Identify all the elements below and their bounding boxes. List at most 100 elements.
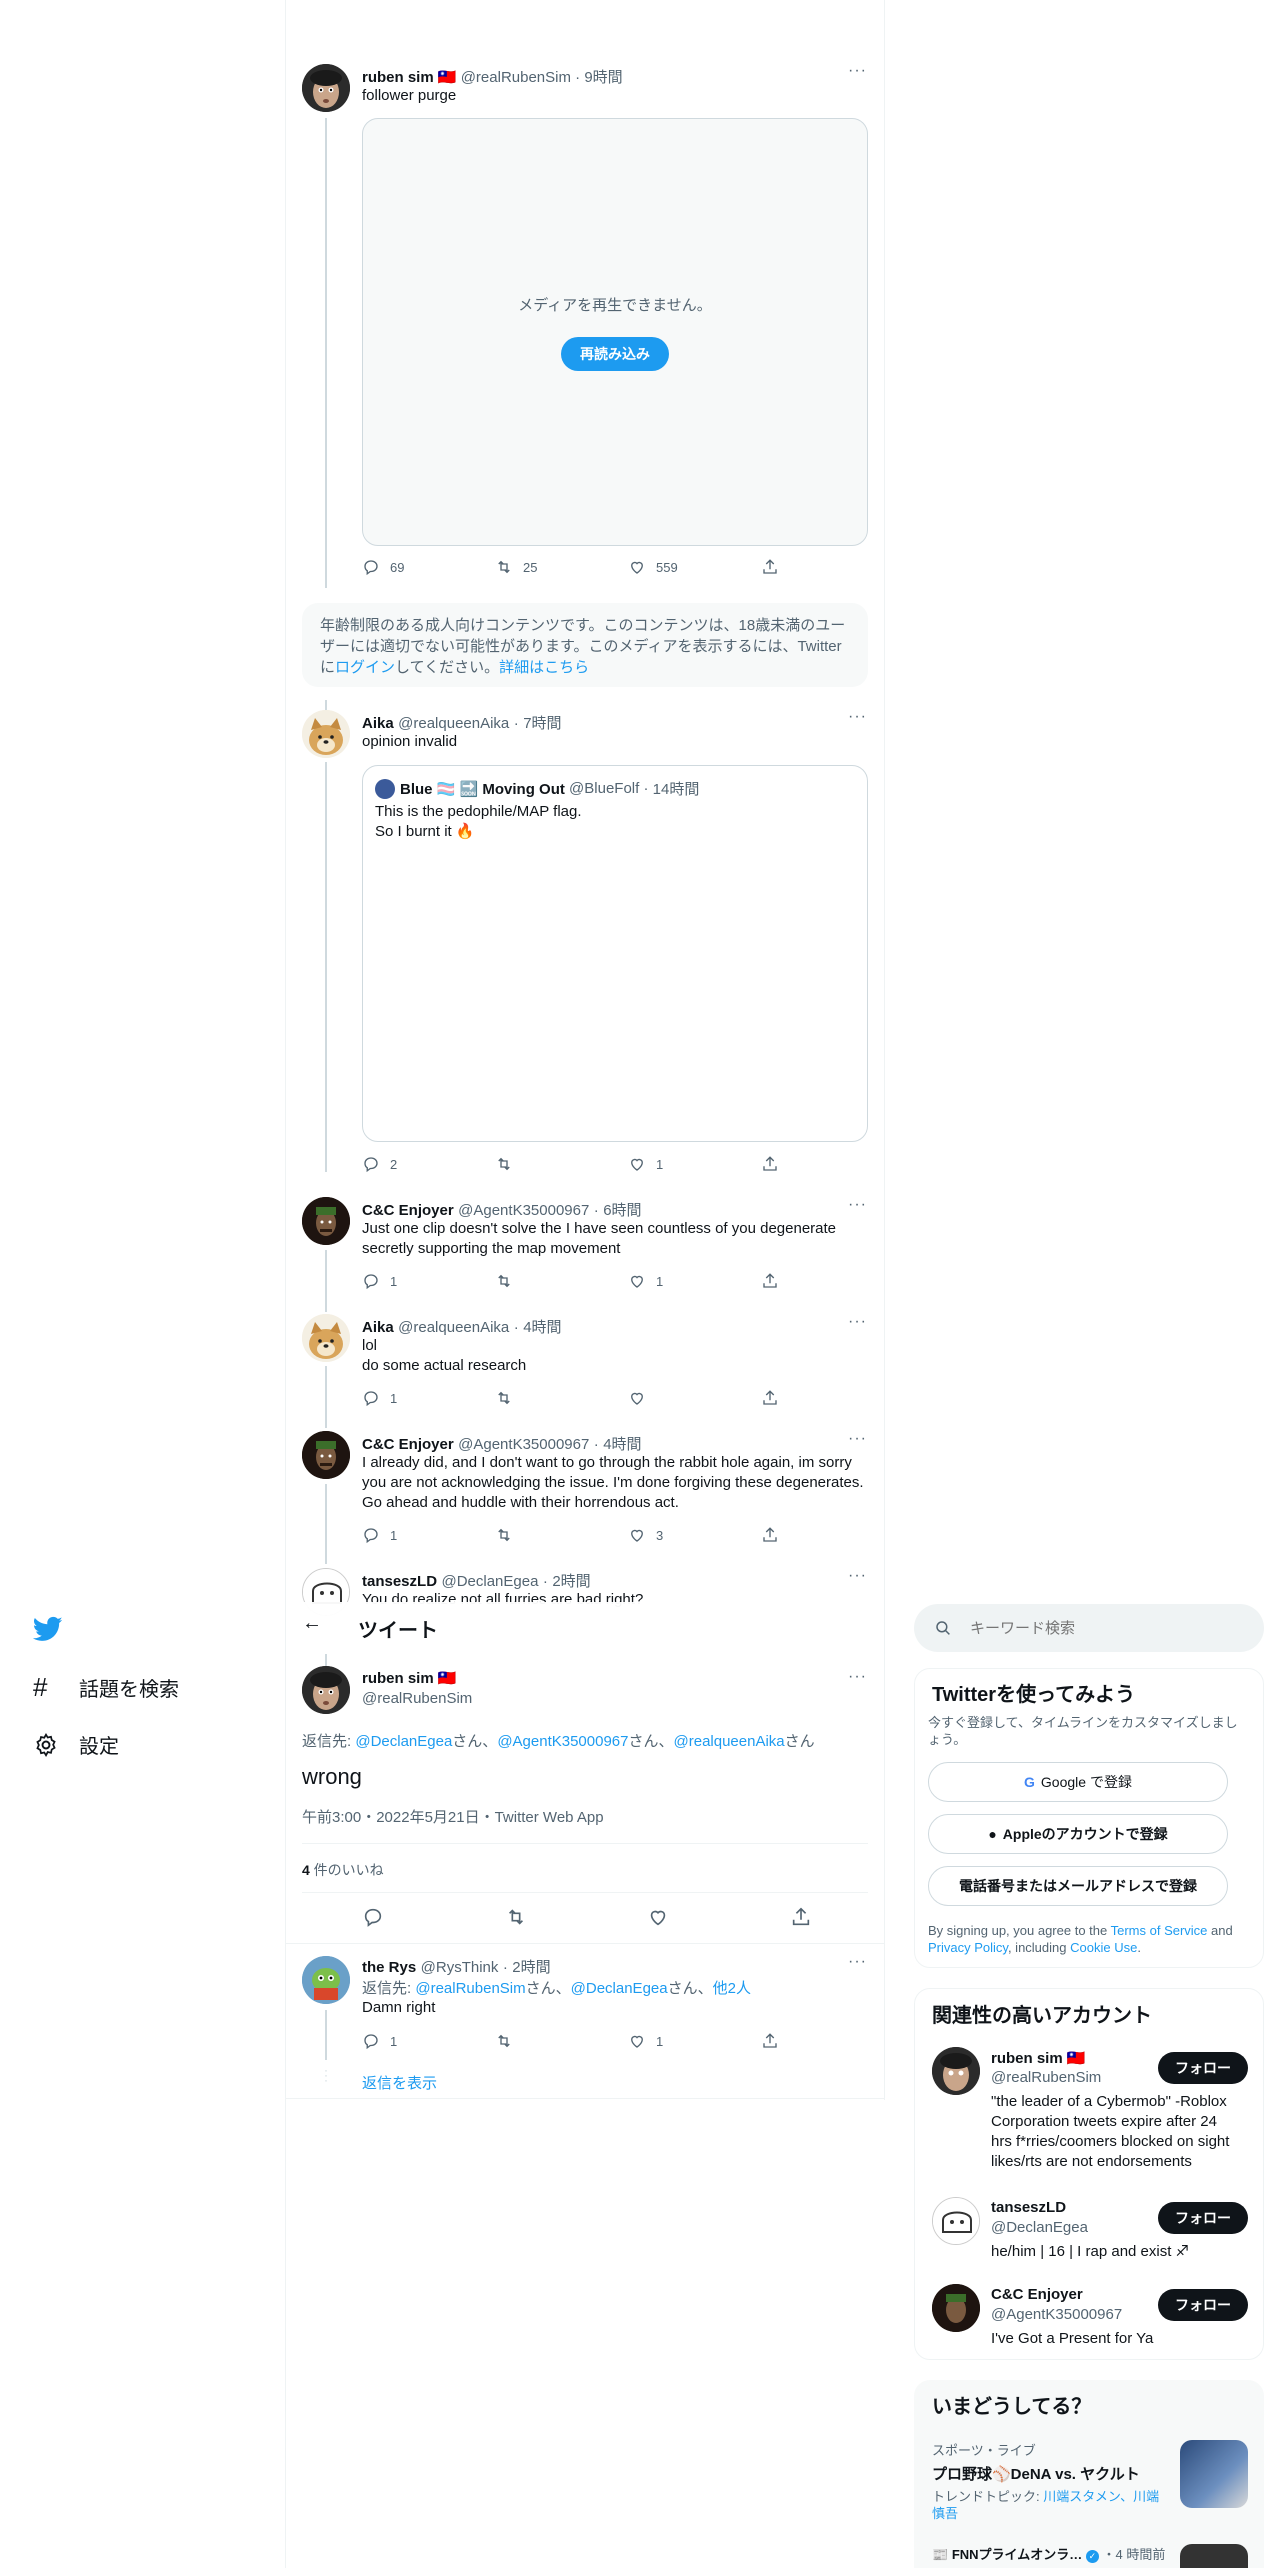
share-icon[interactable] xyxy=(790,1906,812,1928)
more-icon[interactable]: ··· xyxy=(848,1196,867,1214)
cookie-link[interactable]: Cookie Use xyxy=(1070,1940,1137,1955)
more-icon[interactable]: ··· xyxy=(848,708,867,726)
tweet-author-handle[interactable]: @AgentK35000967 xyxy=(458,1202,589,1219)
tweet-author-handle[interactable]: @realRubenSim xyxy=(461,69,571,86)
related-account-handle[interactable]: @AgentK35000967 xyxy=(991,2306,1122,2323)
reply-button[interactable]: 1 xyxy=(362,1389,495,1407)
likes-summary[interactable]: 4 件のいいね xyxy=(302,1860,384,1880)
login-link[interactable]: ログイン xyxy=(335,659,395,676)
tweet-author-name[interactable]: ruben sim 🇹🇼 xyxy=(362,69,457,86)
like-button[interactable]: 3 xyxy=(628,1526,761,1544)
follow-button[interactable]: フォロー xyxy=(1158,2202,1248,2234)
more-icon[interactable]: ··· xyxy=(848,1313,867,1331)
tweet-author-handle[interactable]: @AgentK35000967 xyxy=(458,1436,589,1453)
nav-explore[interactable]: # 話題を検索 xyxy=(33,1672,179,1703)
share-button[interactable] xyxy=(761,1526,894,1544)
reply-to-others-link[interactable]: 他2人 xyxy=(713,1980,751,1997)
reply-button[interactable]: 1 xyxy=(362,1272,495,1290)
retweet-icon[interactable] xyxy=(505,1906,527,1928)
related-account-handle[interactable]: @realRubenSim xyxy=(991,2069,1101,2086)
tweet-author-handle[interactable]: @DeclanEgea xyxy=(441,1573,538,1590)
share-button[interactable] xyxy=(761,1155,894,1173)
more-icon[interactable]: ··· xyxy=(848,1668,867,1686)
avatar[interactable] xyxy=(302,1666,350,1714)
like-button[interactable] xyxy=(628,1389,761,1407)
reply-author-name[interactable]: the Rys xyxy=(362,1959,416,1976)
heart-icon[interactable] xyxy=(647,1906,669,1928)
avatar[interactable] xyxy=(932,2284,980,2332)
retweet-button[interactable] xyxy=(495,1155,628,1173)
avatar[interactable] xyxy=(302,1956,350,2004)
tweet-author-name[interactable]: tanseszLD xyxy=(362,1573,437,1590)
tweet-author-handle[interactable]: @realqueenAika xyxy=(398,1319,509,1336)
reply-icon[interactable] xyxy=(362,1906,384,1928)
retweet-button[interactable] xyxy=(495,2032,628,2050)
reply-button[interactable]: 1 xyxy=(362,2032,495,2050)
avatar[interactable] xyxy=(302,1314,350,1362)
reply-author-handle[interactable]: @RysThink xyxy=(421,1959,499,1976)
share-button[interactable] xyxy=(761,1272,894,1290)
avatar[interactable] xyxy=(302,1431,350,1479)
tweet-time[interactable]: 4時間 xyxy=(603,1436,641,1453)
retweet-button[interactable] xyxy=(495,1526,628,1544)
apple-signup-button[interactable]: ● Appleのアカウントで登録 xyxy=(928,1814,1228,1854)
tweet-time[interactable]: 2時間 xyxy=(552,1573,590,1590)
tweet-author-name[interactable]: C&C Enjoyer xyxy=(362,1202,454,1219)
avatar[interactable] xyxy=(302,1197,350,1245)
tweet-author-name[interactable]: Aika xyxy=(362,715,394,732)
learn-more-link[interactable]: 詳細はこちら xyxy=(499,659,589,676)
reply-to-mention[interactable]: @realqueenAika xyxy=(674,1733,785,1750)
related-account-handle[interactable]: @DeclanEgea xyxy=(991,2219,1088,2236)
nav-settings[interactable]: 設定 xyxy=(33,1730,119,1759)
main-tweet-author-name[interactable]: ruben sim 🇹🇼 xyxy=(362,1669,457,1687)
retweet-button[interactable] xyxy=(495,1272,628,1290)
retweet-button[interactable]: 25 xyxy=(495,558,628,576)
tweet-author-name[interactable]: C&C Enjoyer xyxy=(362,1436,454,1453)
tweet-time[interactable]: 7時間 xyxy=(523,715,561,732)
like-button[interactable]: 559 xyxy=(628,558,761,576)
search-box[interactable] xyxy=(914,1604,1264,1652)
related-account-name[interactable]: ruben sim 🇹🇼 xyxy=(991,2049,1086,2067)
reply-button[interactable]: 1 xyxy=(362,1526,495,1544)
back-arrow-icon[interactable]: ← xyxy=(302,1612,322,1635)
show-replies-link[interactable]: 返信を表示 xyxy=(362,2072,437,2093)
terms-link[interactable]: Terms of Service xyxy=(1111,1923,1208,1938)
reply-button[interactable]: 2 xyxy=(362,1155,495,1173)
phone-email-signup-button[interactable]: 電話番号またはメールアドレスで登録 xyxy=(928,1866,1228,1906)
main-tweet-meta[interactable]: 午前3:00・2022年5月21日・Twitter Web App xyxy=(302,1806,604,1827)
avatar[interactable] xyxy=(932,2197,980,2245)
search-input[interactable] xyxy=(970,1619,1250,1637)
trend-item[interactable]: 📰 FNNプライムオンラ… ✓ ・4 時間前 xyxy=(932,2544,1165,2563)
share-button[interactable] xyxy=(761,558,894,576)
reload-button[interactable]: 再読み込み xyxy=(561,337,669,371)
reply-button[interactable]: 69 xyxy=(362,558,495,576)
related-account-name[interactable]: tanseszLD xyxy=(991,2199,1066,2216)
more-icon[interactable]: ··· xyxy=(848,1430,867,1448)
avatar[interactable] xyxy=(932,2047,980,2095)
related-account-name[interactable]: C&C Enjoyer xyxy=(991,2286,1083,2303)
reply-time[interactable]: 2時間 xyxy=(512,1959,550,1976)
privacy-link[interactable]: Privacy Policy xyxy=(928,1940,1008,1955)
like-button[interactable]: 1 xyxy=(628,1272,761,1290)
share-button[interactable] xyxy=(761,1389,894,1407)
trend-item[interactable]: スポーツ・ライブ プロ野球⚾DeNA vs. ヤクルト トレンドトピック: 川端… xyxy=(932,2440,1172,2522)
tweet-time[interactable]: 6時間 xyxy=(603,1202,641,1219)
tweet-time[interactable]: 4時間 xyxy=(523,1319,561,1336)
quote-tweet[interactable]: Blue 🏳️‍⚧️ 🔜 Moving Out @BlueFolf · 14時間… xyxy=(362,765,868,1142)
retweet-button[interactable] xyxy=(495,1389,628,1407)
tweet-time[interactable]: 9時間 xyxy=(584,69,622,86)
google-signup-button[interactable]: G Google で登録 xyxy=(928,1762,1228,1802)
follow-button[interactable]: フォロー xyxy=(1158,2052,1248,2084)
more-icon[interactable]: ··· xyxy=(848,1953,867,1971)
more-icon[interactable]: ··· xyxy=(848,62,867,80)
like-button[interactable]: 1 xyxy=(628,2032,761,2050)
tweet-author-handle[interactable]: @realqueenAika xyxy=(398,715,509,732)
like-button[interactable]: 1 xyxy=(628,1155,761,1173)
avatar[interactable] xyxy=(302,64,350,112)
more-icon[interactable]: ··· xyxy=(848,1567,867,1585)
reply-to-mention[interactable]: @realRubenSim xyxy=(415,1980,525,1997)
reply-to-mention[interactable]: @DeclanEgea xyxy=(355,1733,452,1750)
reply-to-mention[interactable]: @DeclanEgea xyxy=(571,1980,668,1997)
twitter-logo-icon[interactable] xyxy=(32,1614,65,1644)
tweet-author-name[interactable]: Aika xyxy=(362,1319,394,1336)
